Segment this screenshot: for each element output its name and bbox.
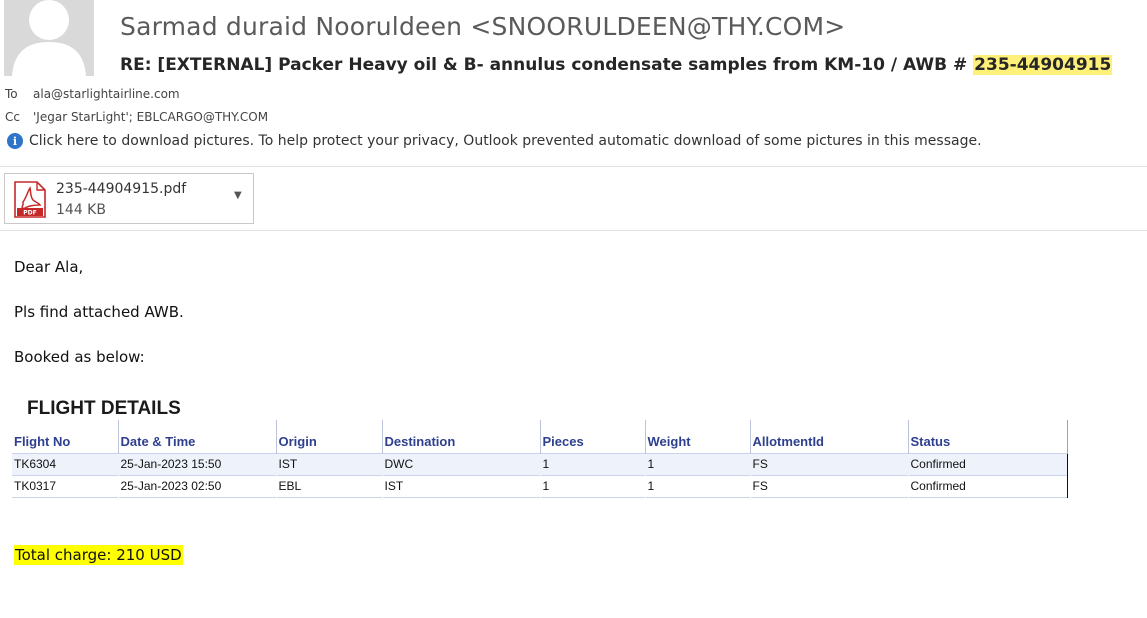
email-subject: RE: [EXTERNAL] Packer Heavy oil & B- ann… (120, 55, 1113, 75)
header-divider (0, 166, 1147, 167)
flight-details-table: Flight No Date & Time Origin Destination… (12, 420, 1068, 498)
greeting: Dear Ala, (14, 258, 84, 276)
to-label: To (5, 87, 18, 101)
table-row: TK6304 25-Jan-2023 15:50 IST DWC 1 1 FS … (12, 453, 1068, 475)
sender-avatar (4, 0, 94, 76)
table-cell: Confirmed (908, 453, 1068, 475)
body-line-booked: Booked as below: (14, 348, 145, 366)
table-cell: 1 (542, 479, 550, 493)
attachment-filename: 235-44904915.pdf (56, 181, 187, 197)
body-line-attached: Pls find attached AWB. (14, 303, 184, 321)
cc-row: Cc 'Jegar StarLight'; EBLCARGO@THY.COM (5, 110, 268, 124)
table-header-row: Flight No Date & Time Origin Destination… (12, 420, 1068, 453)
to-recipient[interactable]: ala@starlightairline.com (33, 87, 180, 101)
info-icon: i (7, 133, 23, 149)
column-header: Weight (645, 420, 751, 453)
subject-text: RE: [EXTERNAL] Packer Heavy oil & B- ann… (120, 55, 974, 75)
column-header: Date & Time (118, 420, 277, 453)
table-cell: 1 (645, 453, 750, 475)
table-cell: Confirmed (908, 475, 1068, 497)
attachment-divider (0, 230, 1147, 231)
attachment-menu-chevron-down-icon[interactable]: ▼ (234, 190, 242, 201)
subject-awb-highlight: 235-44904915 (973, 55, 1113, 75)
attachment-size: 144 KB (56, 202, 106, 218)
table-row: TK0317 25-Jan-2023 02:50 EBL IST 1 1 FS … (12, 475, 1068, 497)
flight-details-title: FLIGHT DETAILS (27, 398, 181, 419)
table-cell: 1 (647, 479, 655, 493)
pdf-icon: PDF (14, 181, 46, 218)
table-cell: IST (384, 479, 404, 493)
table-cell: 25-Jan-2023 02:50 (120, 479, 222, 493)
table-cell: IST (276, 453, 382, 475)
column-header: Status (908, 420, 1068, 453)
to-row: To ala@starlightairline.com (5, 87, 180, 101)
table-cell: DWC (382, 453, 540, 475)
table-cell: 1 (540, 453, 645, 475)
cc-label: Cc (5, 110, 20, 124)
attachment-card[interactable]: PDF 235-44904915.pdf 144 KB ▼ (4, 173, 254, 224)
table-cell: FS (750, 453, 908, 475)
column-header: Pieces (540, 420, 646, 453)
download-pictures-infobar[interactable]: i Click here to download pictures. To he… (7, 133, 982, 149)
infobar-text: Click here to download pictures. To help… (29, 133, 982, 149)
column-header: AllotmentId (750, 420, 909, 453)
column-header: Destination (382, 420, 541, 453)
table-cell: 25-Jan-2023 15:50 (118, 453, 276, 475)
column-header: Flight No (12, 420, 119, 453)
pdf-icon-label: PDF (23, 210, 36, 217)
table-cell: FS (752, 479, 768, 493)
column-header: Origin (276, 420, 383, 453)
table-cell: TK0317 (14, 479, 57, 493)
sender-name[interactable]: Sarmad duraid Nooruldeen <SNOORULDEEN@TH… (120, 12, 845, 41)
cc-recipients[interactable]: 'Jegar StarLight'; EBLCARGO@THY.COM (33, 110, 268, 124)
table-cell: EBL (278, 479, 302, 493)
table-cell: TK6304 (12, 453, 118, 475)
total-charge: Total charge: 210 USD (14, 545, 183, 565)
